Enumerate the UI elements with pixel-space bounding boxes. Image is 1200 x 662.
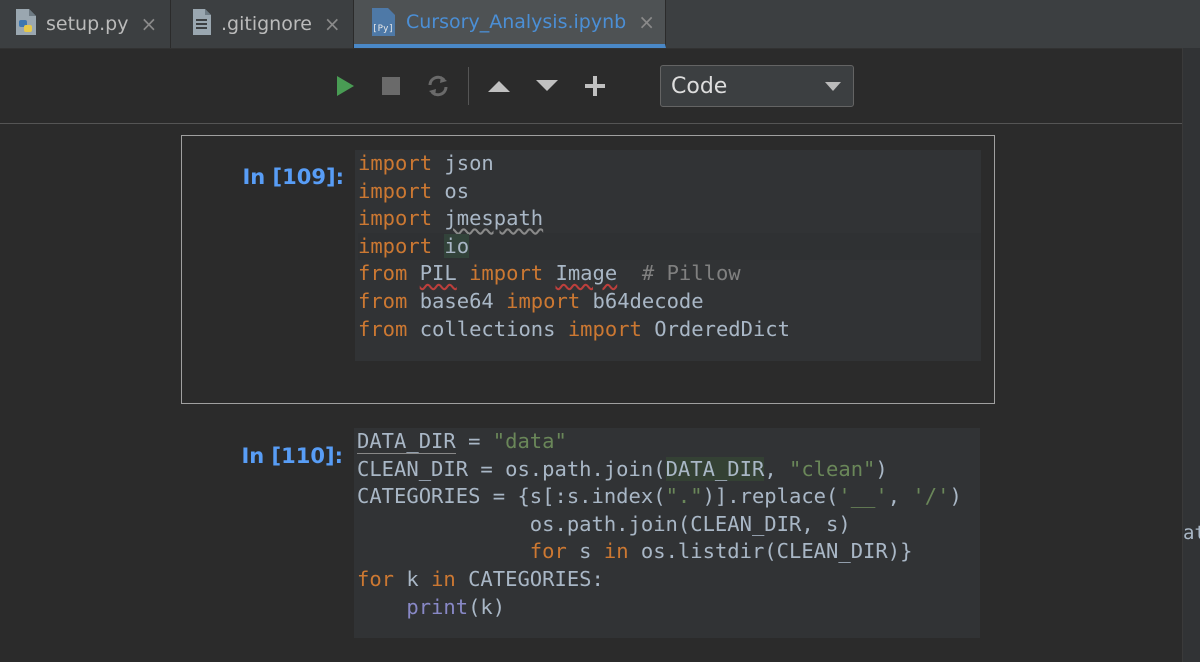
notebook-icon-text: [Py]	[372, 24, 394, 34]
right-tool-panel	[1182, 48, 1200, 662]
close-tab-icon[interactable]: ×	[141, 14, 158, 34]
tab-label: Cursory_Analysis.ipynb	[406, 11, 627, 33]
notebook-cell-109[interactable]: In [109]: import json import os import j…	[181, 135, 995, 404]
run-cell-icon	[337, 76, 354, 96]
code-line: CATEGORIES = {s[:s.index(".")].replace('…	[357, 484, 962, 509]
toolbar-separator	[468, 67, 469, 105]
code-editor[interactable]: DATA_DIR = "data" CLEAN_DIR = os.path.jo…	[354, 428, 980, 638]
code-line: from PIL import Image # Pillow	[358, 261, 741, 286]
tab-label: .gitignore	[221, 13, 312, 35]
tab-gitignore[interactable]: .gitignore ×	[171, 0, 354, 48]
editor-tab-bar: setup.py × .gitignore × [Py] Cursory_Ana…	[0, 0, 1200, 49]
text-file-icon	[191, 8, 213, 41]
code-line: import json	[358, 151, 494, 175]
close-tab-icon[interactable]: ×	[324, 14, 341, 34]
move-down-icon	[536, 80, 558, 91]
chevron-down-icon	[825, 82, 841, 91]
code-line: print(k)	[406, 594, 506, 619]
restart-kernel-button[interactable]	[422, 49, 454, 123]
tab-cursory-analysis[interactable]: [Py] Cursory_Analysis.ipynb ×	[354, 0, 666, 48]
code-line: from base64 import b64decode	[358, 288, 704, 313]
python-file-icon	[14, 8, 38, 41]
stop-icon	[382, 77, 400, 95]
cell-type-value: Code	[671, 73, 728, 99]
cell-prompt: In [109]:	[242, 165, 344, 189]
add-cell-button[interactable]	[580, 49, 610, 123]
cell-type-select[interactable]: Code	[660, 65, 854, 107]
code-line: for k in CATEGORIES:	[357, 566, 604, 591]
move-cell-down-button[interactable]	[532, 49, 562, 123]
code-line: import jmespath	[358, 206, 544, 231]
run-cell-button[interactable]	[330, 49, 360, 123]
stop-button[interactable]	[376, 49, 406, 123]
move-up-icon	[488, 81, 510, 92]
move-cell-up-button[interactable]	[484, 49, 514, 123]
code-line: CLEAN_DIR = os.path.join(DATA_DIR, "clea…	[357, 456, 888, 481]
tab-setup-py[interactable]: setup.py ×	[0, 0, 171, 48]
code-line: for s in os.listdir(CLEAN_DIR)}	[529, 539, 913, 564]
code-editor[interactable]: import json import os import jmespath im…	[355, 150, 981, 361]
add-cell-icon	[585, 76, 605, 96]
code-line: from collections import OrderedDict	[358, 316, 790, 341]
notebook-cell-110[interactable]: In [110]: DATA_DIR = "data" CLEAN_DIR = …	[181, 410, 995, 662]
cell-prompt: In [110]:	[241, 444, 343, 468]
notebook-toolbar: Code	[0, 49, 1182, 124]
code-line: import io	[358, 232, 981, 261]
tab-label: setup.py	[46, 13, 129, 35]
code-line: os.path.join(CLEAN_DIR, s)	[357, 511, 851, 536]
notebook-file-icon: [Py]	[368, 7, 398, 37]
code-line: import os	[358, 178, 470, 203]
right-panel-text: at	[1183, 522, 1200, 544]
close-tab-icon[interactable]: ×	[638, 12, 655, 32]
code-line: DATA_DIR = "data"	[357, 429, 567, 454]
restart-kernel-icon	[428, 75, 448, 97]
